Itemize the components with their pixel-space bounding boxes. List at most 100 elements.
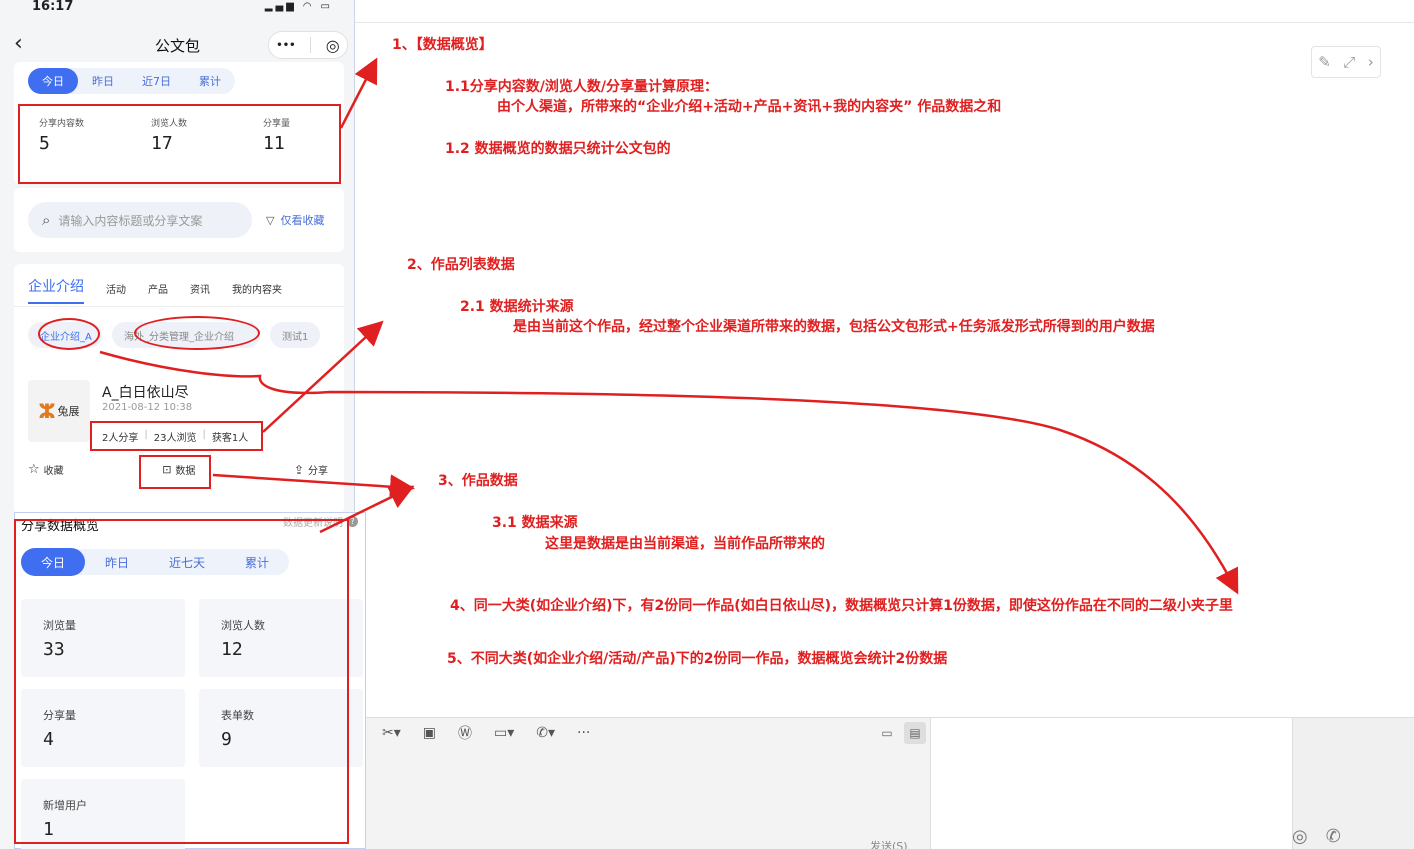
page-title: 公文包	[154, 36, 200, 55]
tab-divider	[14, 306, 344, 307]
camera-icon[interactable]: ◎	[1292, 826, 1308, 847]
metric-forms: 表单数 9	[199, 689, 363, 767]
tab-my-folder[interactable]: 我的内容夹	[232, 281, 282, 304]
tab-news[interactable]: 资讯	[190, 281, 210, 304]
tab-activity[interactable]: 活动	[106, 281, 126, 304]
chat-side-panel	[930, 718, 1292, 849]
metric-new-users: 新增用户 1	[21, 779, 185, 849]
more-icon[interactable]: ···	[577, 725, 590, 741]
overview-period-chips: 今日 昨日 近7日 累计	[28, 68, 235, 94]
folder-icon[interactable]: ▭▾	[494, 725, 514, 741]
share-period-chips: 今日 昨日 近七天 累计	[21, 548, 290, 576]
chart-icon: ⊡	[162, 463, 172, 476]
metric-viewers: 浏览人数 12	[199, 599, 363, 677]
stat-share-count: 分享内容数 5	[39, 119, 85, 154]
item-stats: 2人分享 | 23人浏览 | 获客1人	[102, 429, 249, 444]
favorite-button[interactable]: ☆ 收藏	[28, 462, 64, 477]
scissors-icon[interactable]: ✂▾	[382, 725, 401, 741]
document-mini-toolbar: ✎ ⤢ ›	[1311, 46, 1381, 78]
document-divider	[355, 22, 1414, 23]
annotation-2-1-detail: 是由当前这个作品，经过整个企业渠道所带来的数据，包括公文包形式+任务派发形式所得…	[513, 319, 1155, 335]
favorites-filter[interactable]: ▽ 仅看收藏	[266, 212, 324, 228]
metric-views: 浏览量 33	[21, 599, 185, 677]
stat-shares: 分享量 11	[263, 119, 291, 154]
send-button[interactable]: 发送(S)	[870, 838, 908, 849]
image-icon[interactable]: ▣	[423, 725, 436, 741]
chip-today[interactable]: 今日	[28, 68, 78, 94]
annotation-1-1-detail: 由个人渠道，所带来的“企业介绍+活动+产品+资讯+我的内容夹” 作品数据之和	[497, 99, 1002, 115]
edit-icon[interactable]: ✎	[1318, 53, 1331, 71]
logo-text: 兔展	[57, 405, 80, 418]
more-icon[interactable]: •••	[276, 40, 295, 51]
subchip-test1[interactable]: 测试1	[270, 322, 320, 348]
word-doc-icon[interactable]: Ⓦ	[458, 723, 472, 743]
bottom-icons: ◎ ✆	[1292, 826, 1341, 847]
search-card: ⌕ 请输入内容标题或分享文案 ▽ 仅看收藏	[14, 188, 344, 252]
annotation-3-title: 3、作品数据	[438, 473, 518, 489]
tab-company-intro[interactable]: 企业介绍	[28, 276, 84, 304]
filter-icon: ▽	[266, 213, 275, 227]
share-panel-title: 分享数据概览	[21, 519, 100, 534]
content-list-card: 企业介绍 活动 产品 资讯 我的内容夹 企业介绍_A 海外_分类管理_企业介绍 …	[14, 264, 344, 514]
metric-shares: 分享量 4	[21, 689, 185, 767]
share-chip-today[interactable]: 今日	[21, 548, 86, 576]
battery-icon: ▭	[320, 1, 333, 12]
annotation-3-1: 3.1 数据来源	[492, 515, 578, 531]
expand-icon[interactable]: ⤢	[1343, 53, 1355, 71]
item-actions: ☆ 收藏 ⊡ 数据 ⇪ 分享	[28, 462, 328, 477]
annotation-5: 5、不同大类(如企业介绍/活动/产品)下的2份同一作品，数据概览会统计2份数据	[447, 651, 948, 667]
status-time: 16:17	[32, 0, 74, 14]
item-date: 2021-08-12 10:38	[102, 402, 193, 413]
mini-program-capsule: ••• ◎	[268, 31, 348, 59]
share-data-overview-panel: 分享数据概览 数据更新说明 ? 今日 昨日 近七天 累计 浏览量 33 浏览人数…	[14, 512, 366, 849]
help-icon: ?	[347, 516, 358, 527]
item-title[interactable]: A_白日依山尽	[102, 382, 189, 402]
annotation-1-2: 1.2 数据概览的数据只统计公文包的	[445, 141, 671, 157]
share-button[interactable]: ⇪ 分享	[293, 462, 328, 478]
share-chip-total[interactable]: 累计	[225, 548, 289, 576]
share-chip-yesterday[interactable]: 昨日	[85, 548, 149, 576]
favorites-filter-label: 仅看收藏	[280, 214, 325, 227]
phone-icon[interactable]: ✆▾	[536, 725, 555, 741]
target-icon[interactable]: ◎	[326, 36, 340, 55]
item-customer-count: 获客1人	[211, 433, 249, 444]
data-button[interactable]: ⊡ 数据	[162, 462, 195, 477]
annotation-4: 4、同一大类(如企业介绍)下，有2份同一作品(如白日依山尽)，数据概览只计算1份…	[450, 598, 1233, 614]
layout-icon[interactable]: ▤	[904, 722, 926, 744]
screen-icon[interactable]: ▭	[876, 722, 898, 744]
tab-product[interactable]: 产品	[148, 281, 168, 304]
back-icon[interactable]: ‹	[14, 33, 23, 55]
data-update-note[interactable]: 数据更新说明 ?	[283, 514, 358, 529]
item-share-count: 2人分享	[102, 433, 139, 444]
status-bar: 16:17 ▂▄▆ ◠ ▭	[0, 0, 354, 14]
search-placeholder: 请输入内容标题或分享文案	[58, 213, 203, 228]
chip-total[interactable]: 累计	[185, 68, 235, 94]
annotation-1-1: 1.1分享内容数/浏览人数/分享量计算原理：	[445, 79, 719, 95]
rabbit-logo-icon: ⵣ	[38, 399, 56, 423]
share-icon: ⇪	[293, 462, 304, 477]
wifi-icon: ◠	[303, 1, 315, 12]
annotation-2-title: 2、作品列表数据	[407, 257, 515, 273]
subchip-overseas[interactable]: 海外_分类管理_企业介绍	[112, 322, 260, 348]
category-tabs: 企业介绍 活动 产品 资讯 我的内容夹	[28, 276, 282, 304]
signal-icon: ▂▄▆	[264, 1, 297, 12]
subchip-intro-a[interactable]: 企业介绍_A	[28, 322, 102, 348]
share-chip-7days[interactable]: 近七天	[149, 548, 225, 576]
chat-toolbar: ✂▾ ▣ Ⓦ ▭▾ ✆▾ ···	[370, 719, 930, 747]
annotation-1-title: 1、【数据概览】	[392, 37, 493, 53]
item-view-count: 23人浏览	[153, 433, 197, 444]
star-icon: ☆	[28, 462, 40, 477]
search-icon: ⌕	[42, 211, 51, 229]
annotation-2-1: 2.1 数据统计来源	[460, 299, 574, 315]
chip-yesterday[interactable]: 昨日	[78, 68, 128, 94]
item-thumbnail[interactable]: ⵣ 兔展	[28, 380, 90, 442]
annotation-3-1-detail: 这里是数据是由当前渠道，当前作品所带来的	[545, 536, 825, 552]
overview-card: 今日 昨日 近7日 累计 分享内容数 5 浏览人数 17 分享量 11	[14, 62, 344, 184]
search-input[interactable]: ⌕ 请输入内容标题或分享文案	[28, 202, 252, 238]
sub-folder-chips: 企业介绍_A 海外_分类管理_企业介绍 测试1	[28, 322, 320, 348]
call-icon[interactable]: ✆	[1326, 826, 1341, 847]
stat-viewers: 浏览人数 17	[151, 119, 188, 154]
view-toggle: ▭ ▤	[876, 722, 926, 744]
chip-7days[interactable]: 近7日	[128, 68, 185, 94]
chevron-right-icon[interactable]: ›	[1368, 53, 1374, 71]
